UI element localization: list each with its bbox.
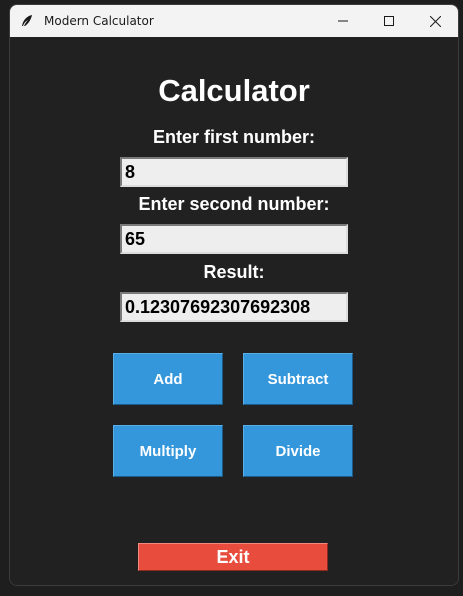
close-button[interactable] — [412, 5, 458, 37]
calculator-body: Calculator Enter first number: Enter sec… — [10, 37, 458, 585]
page-title: Calculator — [158, 73, 310, 108]
subtract-button[interactable]: Subtract — [243, 353, 353, 405]
second-number-input[interactable] — [120, 224, 348, 254]
second-number-label: Enter second number: — [138, 194, 330, 214]
minimize-button[interactable] — [320, 5, 366, 37]
result-field[interactable] — [120, 292, 348, 322]
first-number-label: Enter first number: — [152, 127, 316, 147]
maximize-button[interactable] — [366, 5, 412, 37]
close-icon — [429, 15, 441, 27]
add-button[interactable]: Add — [113, 353, 223, 405]
multiply-button[interactable]: Multiply — [113, 425, 223, 477]
first-number-input[interactable] — [120, 157, 348, 187]
maximize-icon — [384, 16, 394, 26]
calculator-window: Modern Calculator Calculator Enter first… — [9, 4, 459, 586]
title-bar: Modern Calculator — [10, 5, 458, 37]
exit-button[interactable]: Exit — [138, 543, 328, 571]
feather-icon — [20, 14, 34, 28]
result-label: Result: — [203, 262, 265, 282]
window-title: Modern Calculator — [44, 14, 154, 28]
divide-button[interactable]: Divide — [243, 425, 353, 477]
minimize-icon — [338, 20, 348, 22]
